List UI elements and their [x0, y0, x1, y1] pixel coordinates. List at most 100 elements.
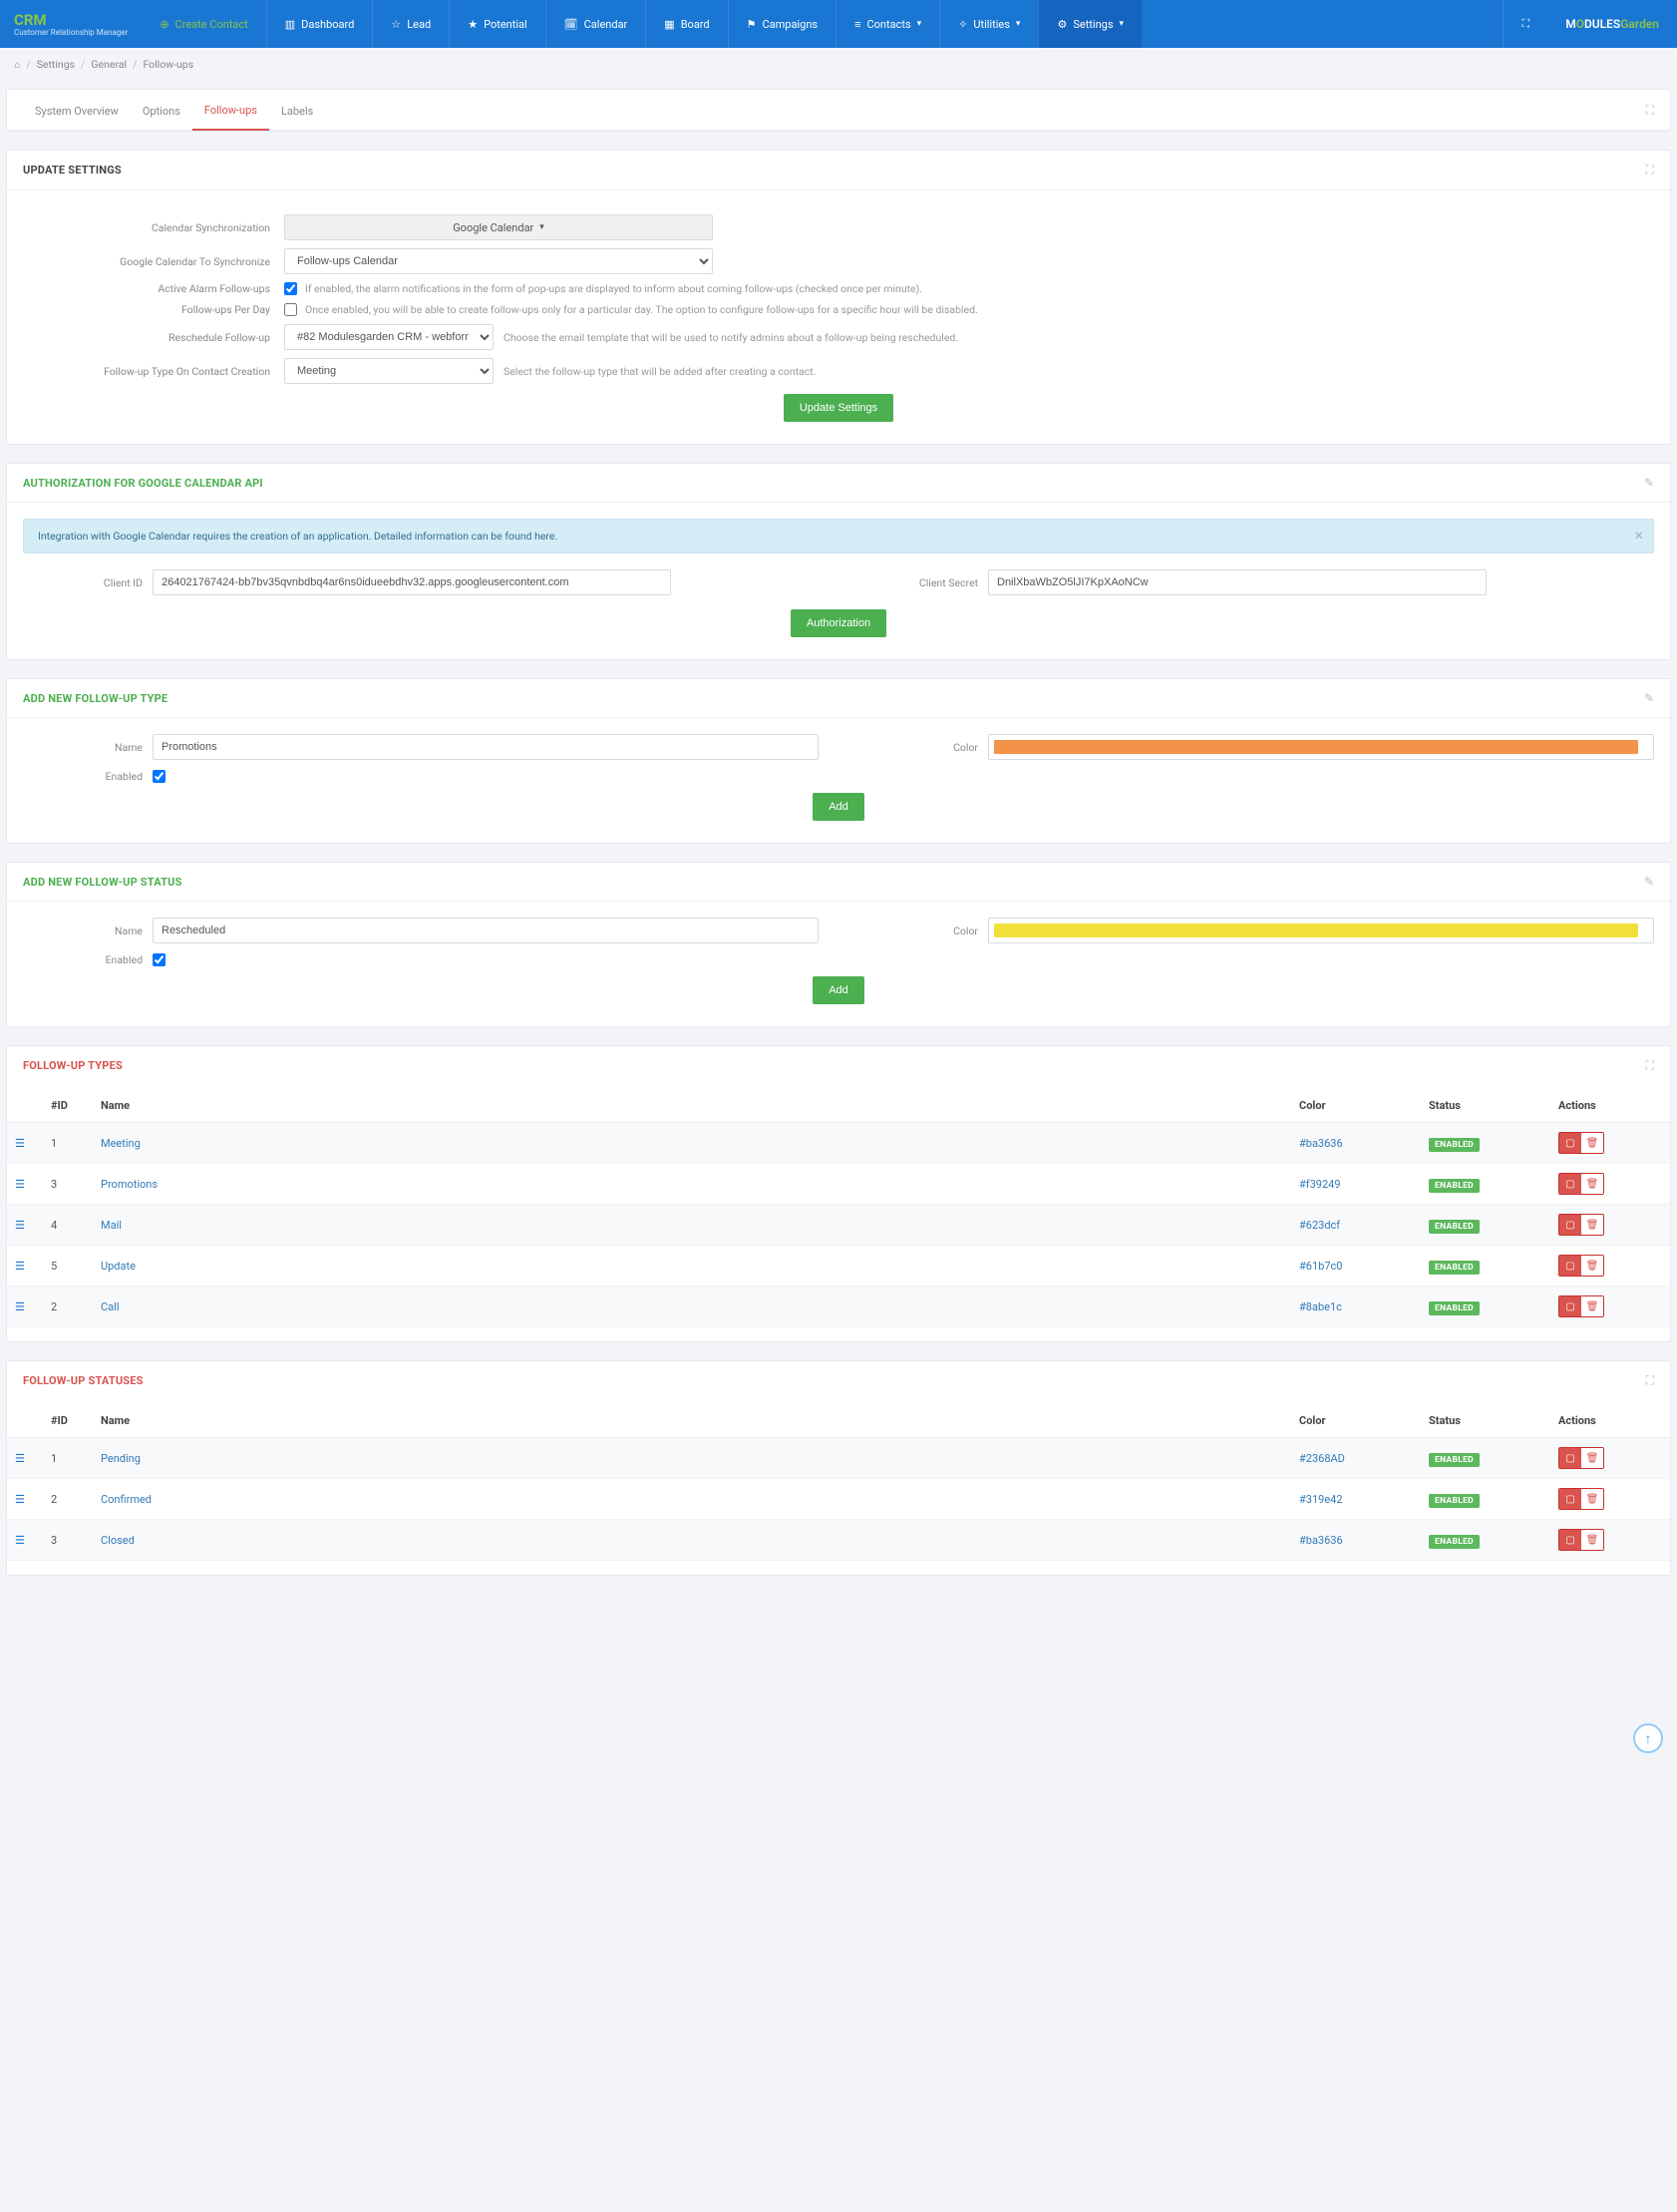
status-badge: ENABLED [1429, 1494, 1480, 1508]
row-name-link[interactable]: Promotions [101, 1178, 158, 1191]
disable-button[interactable]: ▢ [1559, 1448, 1581, 1468]
settings-tabs-panel: System Overview Options Follow-ups Label… [6, 89, 1671, 132]
expand-icon[interactable]: ⛶ [1646, 163, 1654, 178]
wrench-icon: ✧ [958, 18, 967, 31]
row-name-link[interactable]: Confirmed [101, 1493, 152, 1506]
nav-settings[interactable]: ⚙Settings▾ [1038, 0, 1142, 48]
disable-button[interactable]: ▢ [1559, 1530, 1581, 1550]
create-contact-label: Create Contact [175, 18, 248, 31]
scroll-to-top-button[interactable]: ↑ [1633, 1723, 1663, 1753]
client-id-input[interactable] [153, 569, 671, 595]
type-color-picker[interactable] [988, 734, 1654, 760]
breadcrumb-home[interactable]: ⌂ [14, 58, 20, 71]
drag-handle-icon[interactable]: ☰ [7, 1479, 43, 1520]
nav-campaigns[interactable]: ⚑Campaigns [728, 0, 836, 48]
row-name-link[interactable]: Call [101, 1300, 120, 1313]
disable-button[interactable]: ▢ [1559, 1296, 1581, 1316]
delete-button[interactable]: 🗑 [1581, 1448, 1603, 1468]
per-day-checkbox[interactable] [284, 303, 297, 316]
delete-button[interactable]: 🗑 [1581, 1530, 1603, 1550]
disable-button[interactable]: ▢ [1559, 1489, 1581, 1509]
edit-icon[interactable]: ✎ [1644, 875, 1654, 889]
google-calendar-select[interactable]: Follow-ups Calendar [284, 248, 713, 274]
row-id: 1 [43, 1438, 93, 1479]
expand-icon[interactable]: ⛶ [1646, 1373, 1654, 1388]
drag-handle-icon[interactable]: ☰ [7, 1164, 43, 1205]
add-status-button[interactable]: Add [813, 976, 864, 1004]
update-settings-button[interactable]: Update Settings [784, 394, 893, 422]
nav-calendar[interactable]: 🗓Calendar [545, 0, 646, 48]
breadcrumb-settings[interactable]: Settings [37, 58, 75, 71]
table-row: ☰1Pending#2368ADENABLED▢🗑 [7, 1438, 1670, 1479]
delete-button[interactable]: 🗑 [1581, 1174, 1603, 1194]
type-name-input[interactable] [153, 734, 819, 760]
client-secret-input[interactable] [988, 569, 1487, 595]
drag-handle-icon[interactable]: ☰ [7, 1520, 43, 1561]
row-color-link[interactable]: #2368AD [1299, 1452, 1345, 1465]
fullscreen-button[interactable]: ⛶ [1503, 0, 1547, 48]
tab-followups[interactable]: Follow-ups [192, 90, 269, 131]
close-icon[interactable]: × [1634, 526, 1643, 545]
row-name-link[interactable]: Update [101, 1260, 136, 1273]
col-color: Color [1291, 1089, 1421, 1123]
row-id: 3 [43, 1164, 93, 1205]
disable-button[interactable]: ▢ [1559, 1133, 1581, 1153]
edit-icon[interactable]: ✎ [1644, 476, 1654, 490]
add-followup-type-panel: ADD NEW FOLLOW-UP TYPE ✎ Name Color Enab… [6, 678, 1671, 844]
row-color-link[interactable]: #8abe1c [1299, 1300, 1342, 1313]
add-type-button[interactable]: Add [813, 793, 864, 821]
edit-icon[interactable]: ✎ [1644, 691, 1654, 705]
tab-system-overview[interactable]: System Overview [23, 91, 131, 130]
drag-handle-icon[interactable]: ☰ [7, 1438, 43, 1479]
tab-options[interactable]: Options [131, 91, 192, 130]
disable-button[interactable]: ▢ [1559, 1256, 1581, 1276]
plus-icon: ⊕ [160, 18, 168, 31]
nav-lead[interactable]: ☆Lead [372, 0, 449, 48]
delete-button[interactable]: 🗑 [1581, 1296, 1603, 1316]
delete-button[interactable]: 🗑 [1581, 1215, 1603, 1235]
status-color-picker[interactable] [988, 918, 1654, 943]
row-color-link[interactable]: #61b7c0 [1299, 1260, 1342, 1273]
delete-button[interactable]: 🗑 [1581, 1133, 1603, 1153]
nav-board[interactable]: ▦Board [645, 0, 727, 48]
tab-labels[interactable]: Labels [269, 91, 325, 130]
calendar-sync-dropdown[interactable]: Google Calendar ▾ [284, 214, 713, 240]
breadcrumb-general[interactable]: General [91, 58, 127, 71]
row-color-link[interactable]: #ba3636 [1299, 1137, 1343, 1150]
type-on-creation-help: Select the follow-up type that will be a… [503, 365, 816, 378]
nav-dashboard[interactable]: ▥Dashboard [266, 0, 373, 48]
nav-utilities[interactable]: ✧Utilities▾ [939, 0, 1038, 48]
row-color-link[interactable]: #f39249 [1299, 1178, 1341, 1191]
row-name-link[interactable]: Mail [101, 1219, 122, 1232]
row-name-link[interactable]: Meeting [101, 1137, 141, 1150]
expand-icon[interactable]: ⛶ [1646, 1058, 1654, 1073]
expand-icon[interactable]: ⛶ [1646, 103, 1654, 118]
color-label: Color [858, 924, 978, 937]
row-name-link[interactable]: Pending [101, 1452, 141, 1465]
delete-button[interactable]: 🗑 [1581, 1256, 1603, 1276]
row-id: 2 [43, 1287, 93, 1327]
nav-contacts[interactable]: ≡Contacts▾ [836, 0, 939, 48]
status-enabled-checkbox[interactable] [153, 953, 166, 966]
row-color-link[interactable]: #ba3636 [1299, 1534, 1343, 1547]
disable-button[interactable]: ▢ [1559, 1215, 1581, 1235]
row-color-link[interactable]: #319e42 [1299, 1493, 1343, 1506]
status-name-input[interactable] [153, 918, 819, 943]
add-followup-status-panel: ADD NEW FOLLOW-UP STATUS ✎ Name Color En… [6, 862, 1671, 1027]
disable-button[interactable]: ▢ [1559, 1174, 1581, 1194]
row-name-link[interactable]: Closed [101, 1534, 135, 1547]
row-color-link[interactable]: #623dcf [1299, 1219, 1340, 1232]
drag-handle-icon[interactable]: ☰ [7, 1287, 43, 1327]
drag-handle-icon[interactable]: ☰ [7, 1123, 43, 1164]
drag-handle-icon[interactable]: ☰ [7, 1246, 43, 1287]
nav-potential[interactable]: ★Potential [449, 0, 544, 48]
delete-button[interactable]: 🗑 [1581, 1489, 1603, 1509]
authorization-button[interactable]: Authorization [791, 609, 886, 637]
active-alarm-checkbox[interactable] [284, 282, 297, 295]
create-contact-link[interactable]: ⊕ Create Contact [142, 0, 265, 48]
drag-handle-icon[interactable]: ☰ [7, 1205, 43, 1246]
type-enabled-checkbox[interactable] [153, 770, 166, 783]
reschedule-template-select[interactable]: #82 Modulesgarden CRM - webform template [284, 324, 494, 350]
type-on-creation-select[interactable]: Meeting [284, 358, 494, 384]
enabled-label: Enabled [23, 953, 143, 966]
